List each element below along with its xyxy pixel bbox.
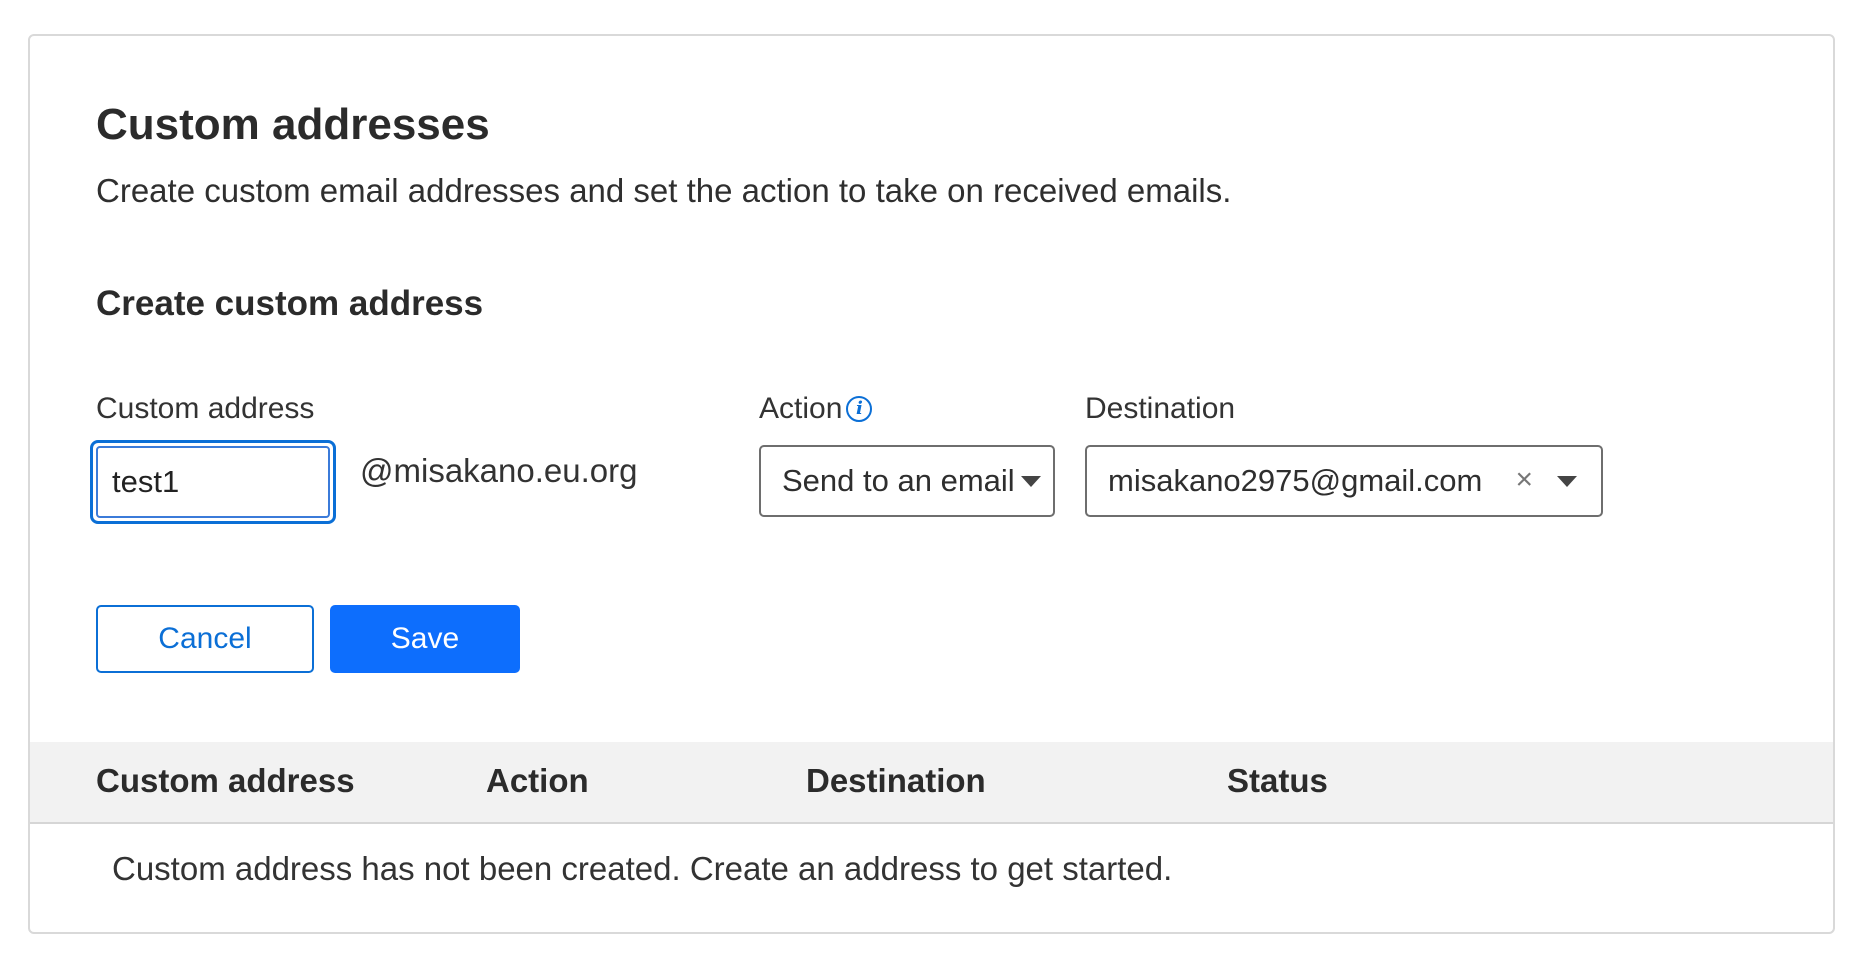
action-selected-value: Send to an email [782,463,1015,498]
save-button[interactable]: Save [330,605,520,673]
domain-suffix: @misakano.eu.org [360,452,638,489]
info-icon[interactable]: i [846,396,873,422]
empty-table-message: Custom address has not been created. Cre… [112,850,1173,887]
action-select[interactable]: Send to an email [759,445,1055,517]
close-icon[interactable]: × [1515,465,1533,495]
custom-addresses-card: Custom addresses Create custom email add… [28,34,1835,934]
column-header-destination: Destination [806,762,986,799]
cancel-button[interactable]: Cancel [96,605,314,673]
destination-select[interactable]: misakano2975@gmail.com × [1085,445,1603,517]
page-title: Custom addresses [96,100,490,149]
column-header-custom-address: Custom address [96,762,355,799]
destination-label: Destination [1085,392,1236,425]
custom-address-focus-ring [90,440,336,524]
page-description: Create custom email addresses and set th… [96,172,1232,209]
custom-address-label: Custom address [96,392,315,425]
section-title: Create custom address [96,284,484,323]
action-label-group: Action i [759,392,873,426]
chevron-down-icon[interactable] [1557,476,1577,487]
action-label: Action [759,392,843,425]
destination-selected-value: misakano2975@gmail.com [1108,463,1483,498]
column-header-status: Status [1227,762,1328,799]
chevron-down-icon [1020,475,1041,487]
column-header-action: Action [486,762,589,799]
custom-address-input[interactable] [96,446,330,518]
table-header: Custom address Action Destination Status [30,742,1833,824]
